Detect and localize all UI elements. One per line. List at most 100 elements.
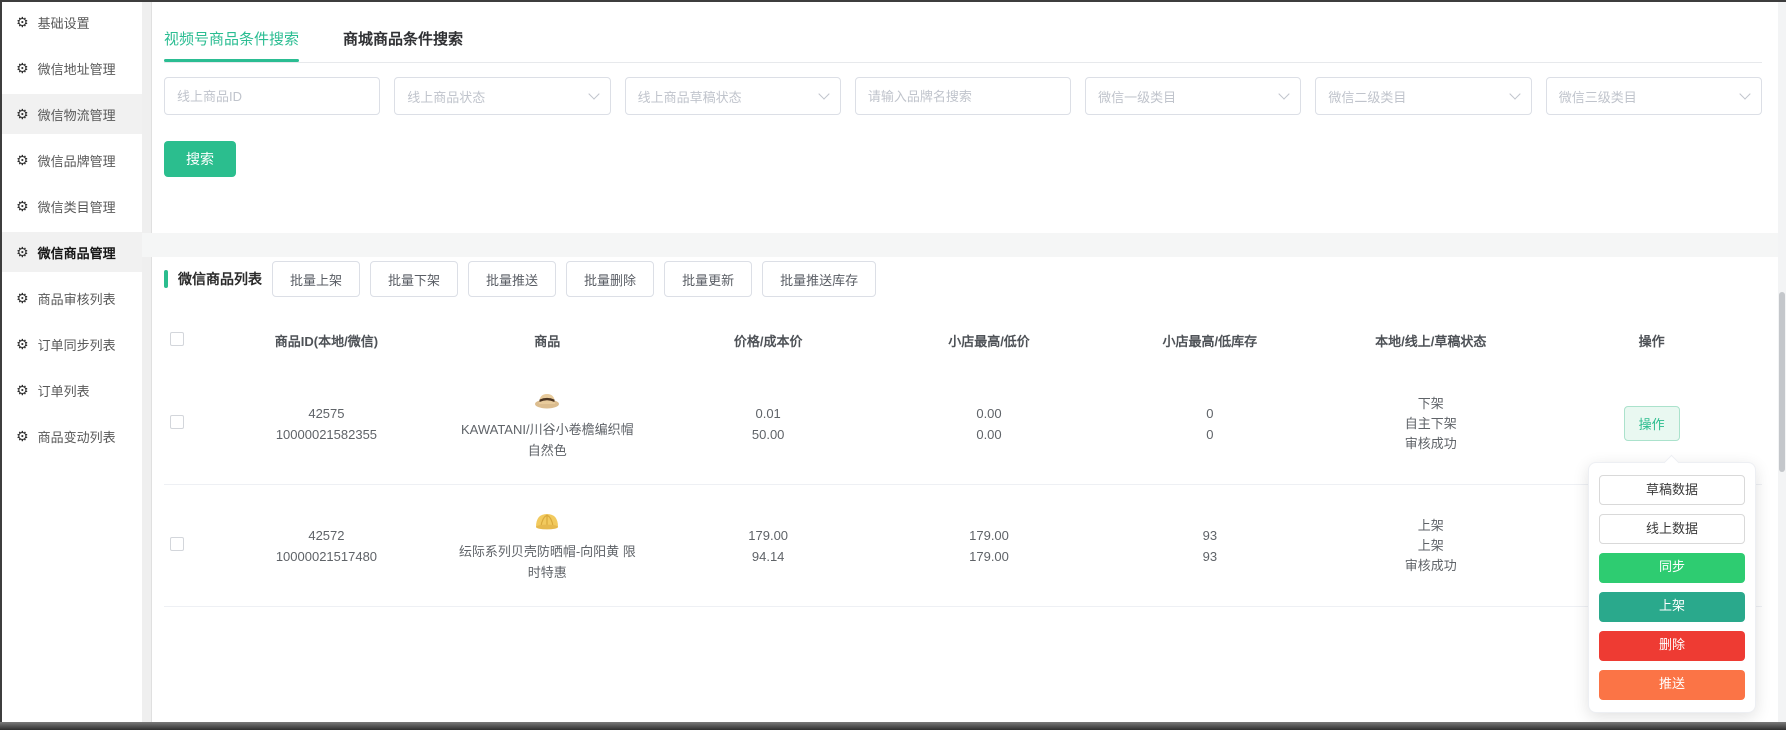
local-product-id: 42575 — [308, 405, 345, 421]
chevron-down-icon — [1278, 88, 1291, 100]
sidebar-item-wechat-brand[interactable]: ⚙ 微信品牌管理 — [2, 140, 142, 180]
header-checkbox-cell — [164, 331, 216, 349]
product-name-line2: 时特惠 — [527, 564, 567, 580]
sidebar-item-label: 订单列表 — [37, 383, 90, 399]
batch-push-button[interactable]: 批量推送 — [468, 261, 557, 297]
table-row: 42572 10000021517480 纭际系列贝壳防晒帽-向阳黄 限 时特惠… — [164, 485, 1762, 607]
price: 179.00 — [748, 527, 789, 543]
cell-product: 纭际系列贝壳防晒帽-向阳黄 限 时特惠 — [437, 509, 658, 583]
row-checkbox[interactable] — [170, 537, 184, 551]
sidebar-item-label: 商品变动列表 — [37, 429, 116, 445]
vertical-scrollbar — [1778, 2, 1786, 722]
sidebar-item-label: 微信品牌管理 — [37, 153, 116, 169]
online-product-id-input[interactable] — [164, 77, 381, 115]
sidebar-item-product-review-list[interactable]: ⚙ 商品审核列表 — [2, 278, 142, 318]
row-checkbox[interactable] — [170, 415, 184, 429]
chevron-down-icon — [1739, 88, 1751, 100]
column-header-product-id: 商品ID(本地/微信) — [274, 333, 379, 349]
select-placeholder: 线上商品草稿状态 — [637, 89, 742, 105]
action-button[interactable]: 操作 — [1623, 406, 1680, 441]
gear-icon: ⚙ — [16, 336, 29, 352]
cell-action: 操作 — [1541, 406, 1762, 441]
delete-button[interactable]: 删除 — [1599, 631, 1745, 661]
cell-shop-high-low-stock: 0 0 — [1099, 403, 1320, 445]
cell-status: 上架 上架 审核成功 — [1320, 516, 1541, 576]
sidebar-item-label: 微信物流管理 — [37, 107, 116, 123]
column-header-status: 本地/线上/草稿状态 — [1375, 333, 1487, 349]
batch-push-stock-button[interactable]: 批量推送库存 — [762, 261, 877, 297]
status-local: 上架 — [1417, 517, 1444, 533]
sidebar-item-basic-settings[interactable]: ⚙ 基础设置 — [2, 2, 142, 42]
draft-data-button[interactable]: 草稿数据 — [1599, 475, 1745, 505]
onshelf-button[interactable]: 上架 — [1599, 592, 1745, 622]
sidebar-item-wechat-product[interactable]: ⚙ 微信商品管理 — [2, 232, 142, 272]
window-top-edge — [0, 0, 1786, 2]
filter-row: 线上商品状态 线上商品草稿状态 微信一级类目 微信二级类目 微信三级类目 — [152, 63, 1778, 115]
product-name-line2: 自然色 — [527, 442, 567, 458]
vertical-scrollbar-thumb[interactable] — [1779, 292, 1785, 472]
section-accent-bar — [164, 270, 168, 288]
gear-icon: ⚙ — [16, 244, 29, 260]
online-draft-status-select[interactable]: 线上商品草稿状态 — [624, 77, 841, 115]
action-menu-popup: 草稿数据 线上数据 同步 上架 删除 推送 — [1588, 462, 1756, 713]
sidebar-item-label: 微信地址管理 — [37, 61, 116, 77]
product-image — [535, 393, 560, 408]
batch-update-button[interactable]: 批量更新 — [664, 261, 753, 297]
cell-price-cost: 0.01 50.00 — [658, 403, 879, 445]
sidebar-item-wechat-logistics[interactable]: ⚙ 微信物流管理 — [2, 94, 142, 134]
gear-icon: ⚙ — [16, 106, 29, 122]
chevron-down-icon — [818, 88, 830, 100]
column-header-shop-high-low-price: 小店最高/低价 — [948, 333, 1030, 349]
table-row: 42575 10000021582355 KAWATANI/川谷小卷檐编织帽 自… — [164, 363, 1762, 485]
window-left-edge — [0, 0, 2, 730]
gear-icon: ⚙ — [16, 198, 29, 214]
cost-price: 94.14 — [751, 548, 785, 564]
stock-high: 0 — [1206, 405, 1214, 421]
product-image-wrap — [437, 509, 658, 535]
sidebar-item-wechat-address[interactable]: ⚙ 微信地址管理 — [2, 48, 142, 88]
column-header-action: 操作 — [1638, 333, 1665, 349]
wechat-category3-select[interactable]: 微信三级类目 — [1545, 77, 1762, 115]
select-placeholder: 微信二级类目 — [1328, 89, 1407, 105]
select-placeholder: 线上商品状态 — [407, 89, 486, 105]
batch-delete-button[interactable]: 批量删除 — [566, 261, 655, 297]
tab-mall-product-search[interactable]: 商城商品条件搜索 — [343, 28, 463, 62]
wechat-product-id: 10000021582355 — [275, 426, 378, 442]
status-draft: 审核成功 — [1404, 557, 1457, 573]
shop-low-price: 0.00 — [976, 426, 1002, 442]
wechat-category2-select[interactable]: 微信二级类目 — [1315, 77, 1532, 115]
shop-low-price: 179.00 — [969, 548, 1009, 564]
chevron-down-icon — [1509, 88, 1521, 100]
search-button[interactable]: 搜索 — [164, 141, 236, 177]
sidebar-item-label: 商品审核列表 — [37, 291, 116, 307]
select-all-checkbox[interactable] — [170, 331, 184, 346]
gear-icon: ⚙ — [16, 14, 29, 30]
push-button[interactable]: 推送 — [1599, 670, 1745, 700]
status-online: 上架 — [1417, 537, 1444, 553]
batch-onshelf-button[interactable]: 批量上架 — [272, 261, 361, 297]
sidebar-item-order-sync-list[interactable]: ⚙ 订单同步列表 — [2, 324, 142, 364]
sidebar-item-order-list[interactable]: ⚙ 订单列表 — [2, 370, 142, 410]
sidebar-item-label: 订单同步列表 — [37, 337, 116, 353]
tab-video-channel-product-search[interactable]: 视频号商品条件搜索 — [164, 28, 300, 62]
brand-search-input[interactable] — [854, 77, 1072, 115]
sidebar-item-wechat-category[interactable]: ⚙ 微信类目管理 — [2, 186, 142, 226]
online-data-button[interactable]: 线上数据 — [1599, 514, 1745, 544]
cell-shop-high-low-stock: 93 93 — [1099, 525, 1320, 567]
product-table: 商品ID(本地/微信) 商品 价格/成本价 小店最高/低价 小店最高/低库存 本… — [164, 317, 1762, 607]
sidebar-item-label: 基础设置 — [37, 15, 90, 31]
gear-icon: ⚙ — [16, 60, 29, 76]
online-product-status-select[interactable]: 线上商品状态 — [394, 77, 611, 115]
product-name-line1: KAWATANI/川谷小卷檐编织帽 — [460, 421, 634, 437]
column-header-shop-high-low-stock: 小店最高/低库存 — [1162, 333, 1258, 349]
status-online: 自主下架 — [1404, 415, 1457, 431]
column-header-price-cost: 价格/成本价 — [733, 333, 803, 349]
gear-icon: ⚙ — [16, 382, 29, 398]
sidebar-item-product-change-list[interactable]: ⚙ 商品变动列表 — [2, 416, 142, 456]
tab-bar: 视频号商品条件搜索 商城商品条件搜索 — [152, 2, 1778, 62]
batch-offshelf-button[interactable]: 批量下架 — [370, 261, 459, 297]
gear-icon: ⚙ — [16, 152, 29, 168]
local-product-id: 42572 — [308, 527, 345, 543]
wechat-category1-select[interactable]: 微信一级类目 — [1085, 77, 1302, 115]
sync-button[interactable]: 同步 — [1599, 553, 1745, 583]
